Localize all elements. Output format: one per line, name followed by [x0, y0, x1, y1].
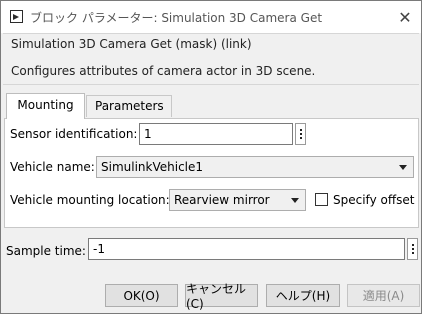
block-description-panel: Simulation 3D Camera Get (mask) (link) C… [3, 33, 419, 85]
block-description: Configures attributes of camera actor in… [11, 64, 316, 78]
tab-mounting[interactable]: Mounting [6, 93, 85, 119]
specify-offset-label[interactable]: Specify offset [333, 193, 414, 207]
vehicle-name-label: Vehicle name: [10, 160, 95, 174]
sensor-id-field[interactable]: 1 [139, 123, 293, 145]
block-parameters-dialog: ブロック パラメーター: Simulation 3D Camera Get ✕ … [0, 0, 422, 314]
sample-time-field[interactable]: -1 [88, 238, 405, 260]
simulink-block-icon [10, 10, 23, 23]
chevron-down-icon [291, 198, 299, 203]
tab-parameters[interactable]: Parameters [86, 95, 172, 117]
block-title: Simulation 3D Camera Get (mask) (link) [11, 37, 252, 51]
specify-offset-checkbox[interactable] [315, 193, 328, 206]
help-button[interactable]: ヘルプ(H) [266, 284, 340, 307]
vehicle-name-select[interactable]: SimulinkVehicle1 [96, 156, 414, 178]
sample-time-more-icon[interactable] [407, 238, 418, 260]
cancel-button[interactable]: キャンセル(C) [185, 282, 258, 311]
sample-time-label: Sample time: [6, 244, 86, 258]
window-title: ブロック パラメーター: Simulation 3D Camera Get [30, 11, 323, 25]
mount-location-value: Rearview mirror [174, 193, 270, 207]
apply-button[interactable]: 適用(A) [347, 284, 420, 307]
mount-location-label: Vehicle mounting location: [10, 193, 170, 207]
ok-button[interactable]: OK(O) [105, 284, 178, 307]
sensor-id-more-icon[interactable] [295, 123, 306, 145]
mount-location-select[interactable]: Rearview mirror [169, 189, 306, 211]
mounting-tab-panel: Sensor identification: 1 Vehicle name: S… [4, 118, 419, 228]
vehicle-name-value: SimulinkVehicle1 [101, 160, 204, 174]
sensor-id-label: Sensor identification: [10, 127, 138, 141]
chevron-down-icon [399, 165, 407, 170]
close-icon[interactable]: ✕ [389, 1, 421, 33]
title-bar: ブロック パラメーター: Simulation 3D Camera Get ✕ [1, 1, 421, 33]
